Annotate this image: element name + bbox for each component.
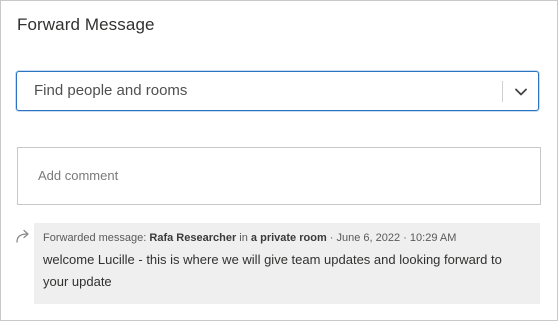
forward-arrow-icon (16, 229, 29, 243)
forwarded-author: Rafa Researcher (149, 232, 237, 244)
forwarded-time: 10:29 AM (409, 232, 457, 244)
meta-separator: · (326, 232, 337, 244)
dialog-title: Forward Message (17, 15, 155, 34)
meta-separator: · (400, 232, 410, 244)
forwarded-date: June 6, 2022 (336, 232, 401, 244)
forward-message-dialog: Forward Message Forwarded message: Rafa … (0, 0, 558, 321)
find-people-rooms-input[interactable] (34, 72, 494, 110)
forwarded-location: a private room (250, 232, 327, 244)
forwarded-message-quote: Forwarded message: Rafa Researcher in a … (34, 223, 540, 304)
picker-divider (502, 81, 503, 102)
add-comment-input[interactable] (38, 164, 518, 186)
picker-dropdown-button[interactable] (510, 81, 532, 102)
forwarded-message-meta: Forwarded message: Rafa Researcher in a … (43, 232, 456, 244)
forwarded-prefix: Forwarded message: (43, 232, 150, 244)
chevron-down-icon (515, 88, 527, 95)
forwarded-message-body: welcome Lucille - this is where we will … (43, 252, 502, 289)
forwarded-in-text: in (236, 232, 251, 244)
comment-box[interactable] (17, 147, 541, 205)
people-room-picker[interactable] (16, 71, 539, 111)
